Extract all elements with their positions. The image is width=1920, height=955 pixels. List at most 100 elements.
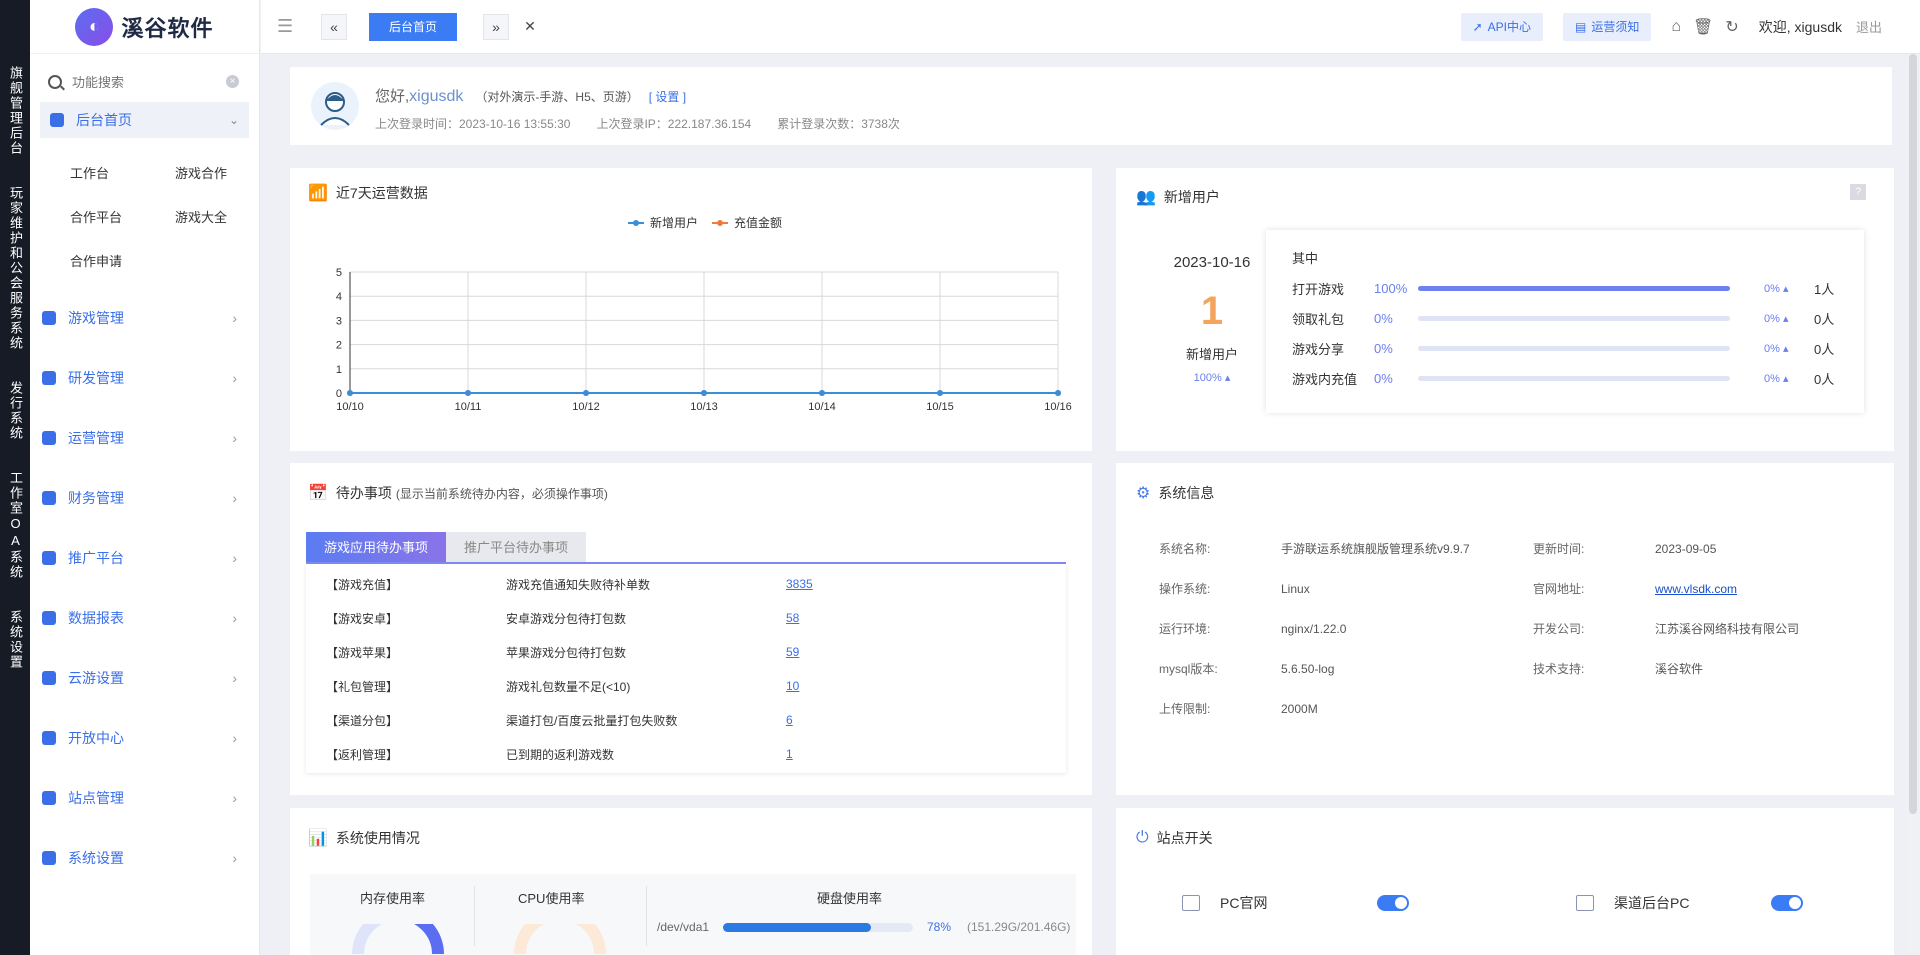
menu-item-home[interactable]: 后台首页 ⌄	[40, 102, 249, 138]
todo-description: 游戏充值通知失败待补单数	[506, 577, 651, 592]
api-center-button[interactable]: ➚ API中心	[1460, 12, 1543, 41]
breakdown-change: 0% ▴	[1764, 282, 1814, 295]
x-tick-label: 10/14	[808, 401, 836, 413]
trash-icon[interactable]: 🗑	[1693, 17, 1713, 37]
home-icon[interactable]: ⌂	[1671, 18, 1681, 36]
system-settings[interactable]: 系统设置	[8, 610, 23, 670]
submenu-item-cooperation-apply[interactable]: 合作申请	[70, 240, 175, 284]
tab-game-todo[interactable]: 游戏应用待办事项	[306, 532, 447, 562]
submenu-item-workbench[interactable]: 工作台	[70, 152, 175, 196]
menu-item-system-settings[interactable]: 系统设置 ›	[30, 828, 259, 888]
menu-item-label: 财务管理	[68, 490, 124, 506]
info-label: 开发公司:	[1533, 622, 1585, 636]
last-login-ip: 上次登录IP：222.187.36.154	[596, 117, 752, 131]
chat-icon	[42, 731, 56, 745]
menu-item-game-management[interactable]: 游戏管理 ›	[30, 288, 259, 348]
menu-item-label: 推广平台	[68, 550, 124, 566]
info-label: 运行环境:	[1159, 622, 1211, 636]
todo-count-link[interactable]: 1	[786, 747, 793, 761]
x-tick-label: 10/12	[572, 401, 600, 413]
menu-item-label: 研发管理	[68, 370, 124, 386]
todo-count-link[interactable]: 3835	[786, 577, 813, 591]
breakdown-name: 打开游戏	[1292, 281, 1345, 297]
window-icon	[1182, 895, 1200, 911]
data-point	[347, 390, 353, 396]
calendar-check-icon: 📅	[308, 485, 328, 502]
website-link[interactable]: www.vlsdk.com	[1655, 569, 1855, 609]
disk-usage-row: /dev/vda1 78% (151.29G/201.46G)	[657, 920, 1070, 934]
info-value: Linux	[1281, 582, 1310, 596]
x-tick-label: 10/15	[926, 401, 954, 413]
system-info-card: ⚙ 系统信息 系统名称: 手游联运系统旗舰版管理系统v9.9.7 更新时间: 2023…	[1116, 463, 1894, 795]
info-label: 系统名称:	[1159, 542, 1211, 556]
menu-item-promotion[interactable]: 推广平台 ›	[30, 528, 259, 588]
menu-item-label: 数据报表	[68, 610, 124, 626]
scrollbar-thumb[interactable]	[1909, 54, 1917, 814]
ops-chart-card: 📶 近7天运营数据 0 1 2 3 4 5 10/10 10/11 10/12 10/13 10/1…	[290, 168, 1092, 451]
power-icon: ⏻	[1136, 829, 1149, 846]
todo-card: 📅 待办事项 (显示当前系统待办内容，必须操作事项) 游戏应用待办事项 推广平台…	[290, 463, 1092, 795]
team-icon	[42, 371, 56, 385]
todo-description: 游戏礼包数量不足(<10)	[506, 679, 631, 694]
todo-row: 【游戏充值】 游戏充值通知失败待补单数 3835	[306, 567, 1066, 601]
todo-description: 渠道打包/百度云批量打包失败数	[506, 713, 678, 728]
profile-role: （对外演示-手游、H5、页游）	[475, 90, 639, 104]
legend-marker	[633, 220, 639, 226]
submenu-item-game-catalog[interactable]: 游戏大全	[175, 196, 280, 240]
breakdown-count: 0人	[1814, 371, 1835, 387]
x-tick-label: 10/11	[455, 401, 482, 413]
disk-usage-label: 硬盘使用率	[817, 891, 883, 906]
operation-notice-button[interactable]: ▤ 运营须知	[1562, 12, 1652, 41]
breakdown-change: 0% ▴	[1764, 312, 1814, 325]
welcome-text: 欢迎, xigusdk	[1758, 18, 1842, 35]
logout-link[interactable]: 退出	[1856, 17, 1882, 36]
site-switch-card: ⏻ 站点开关 PC官网 渠道后台PC	[1116, 808, 1894, 955]
todo-count-link[interactable]: 6	[786, 713, 793, 727]
menu-item-operations[interactable]: 运营管理 ›	[30, 408, 259, 468]
help-icon[interactable]: ?	[1850, 184, 1866, 200]
todo-tabs: 游戏应用待办事项 推广平台待办事项	[306, 532, 1066, 564]
channel-pc-toggle[interactable]	[1771, 895, 1803, 911]
system-player-service[interactable]: 玩家维护和公会服务系统	[8, 186, 23, 351]
menu-item-reports[interactable]: 数据报表 ›	[30, 588, 259, 648]
system-studio-oa[interactable]: 工作室OA系统	[8, 471, 23, 580]
change-value: 0%	[1764, 312, 1780, 325]
menu-item-open-center[interactable]: 开放中心 ›	[30, 708, 259, 768]
close-tabs-button[interactable]: ✕	[517, 13, 544, 40]
system-publishing[interactable]: 发行系统	[8, 381, 23, 441]
menu-item-finance[interactable]: 财务管理 ›	[30, 468, 259, 528]
page-scrollbar[interactable]	[1906, 54, 1920, 955]
topbar: ☰ « 后台首页 » ✕ ➚ API中心 ▤ 运营须知 ⌂ 🗑 ↻ 欢迎, xigu…	[261, 0, 1920, 54]
refresh-icon[interactable]: ↻	[1725, 17, 1738, 37]
search-input[interactable]	[72, 74, 222, 90]
tab-promotion-todo[interactable]: 推广平台待办事项	[446, 532, 587, 562]
tabs-scroll-right-button[interactable]: »	[483, 13, 510, 40]
todo-category: 【渠道分包】	[326, 713, 399, 728]
arrow-up-icon: ▴	[1221, 372, 1231, 384]
tabs-scroll-left-button[interactable]: «	[321, 13, 347, 40]
pc-site-toggle[interactable]	[1377, 895, 1409, 911]
todo-count-link[interactable]: 10	[786, 679, 799, 693]
todo-count-link[interactable]: 58	[786, 611, 799, 625]
y-tick-label: 3	[336, 315, 342, 327]
clear-icon[interactable]: ×	[226, 75, 239, 88]
profile-settings-link[interactable]: [ 设置 ]	[649, 88, 686, 105]
submenu-item-game-cooperation[interactable]: 游戏合作	[175, 152, 280, 196]
system-usage-card: 📊 系统使用情况 内存使用率 CPU使用率 硬盘使用率 /dev/vda1 78…	[290, 808, 1092, 955]
chevron-right-icon: ›	[232, 490, 237, 506]
avatar	[311, 82, 359, 130]
collapse-menu-icon[interactable]: ☰	[277, 16, 293, 37]
tab-home[interactable]: 后台首页	[369, 12, 458, 41]
todo-row: 【礼包管理】 游戏礼包数量不足(<10) 10	[306, 669, 1066, 703]
brand-logo[interactable]: ◐ 溪谷软件	[30, 0, 259, 54]
chevron-right-icon: ›	[232, 790, 237, 806]
system-flagship[interactable]: 旗舰管理后台	[8, 66, 23, 156]
menu-item-rd-management[interactable]: 研发管理 ›	[30, 348, 259, 408]
submenu-item-partner-platform[interactable]: 合作平台	[70, 196, 175, 240]
menu-item-cloud-settings[interactable]: 云游设置 ›	[30, 648, 259, 708]
menu-item-site-management[interactable]: 站点管理 ›	[30, 768, 259, 828]
todo-count-link[interactable]: 59	[786, 645, 799, 659]
info-value: 5.6.50-log	[1281, 662, 1335, 676]
breakdown-percent: 0%	[1374, 310, 1393, 326]
breakdown-percent: 100%	[1374, 280, 1408, 296]
